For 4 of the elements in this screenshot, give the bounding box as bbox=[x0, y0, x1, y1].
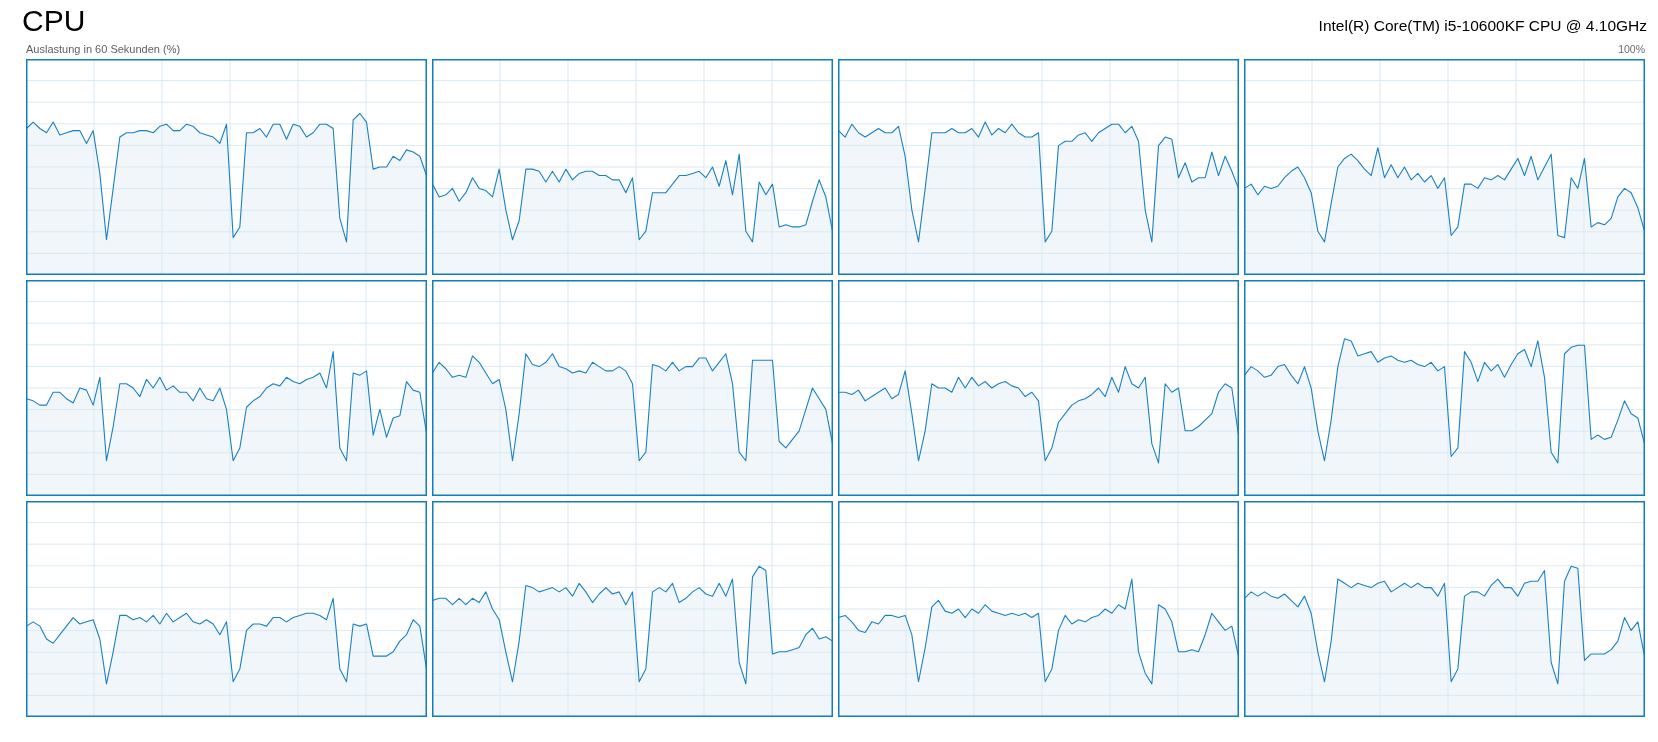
processor-name: Intel(R) Core(TM) i5-10600KF CPU @ 4.10GHz bbox=[1318, 17, 1647, 35]
graph-caption: Auslastung in 60 Sekunden (%) bbox=[26, 43, 181, 56]
graph-max-label: 100% bbox=[1618, 43, 1645, 56]
page-title: CPU bbox=[22, 6, 86, 36]
